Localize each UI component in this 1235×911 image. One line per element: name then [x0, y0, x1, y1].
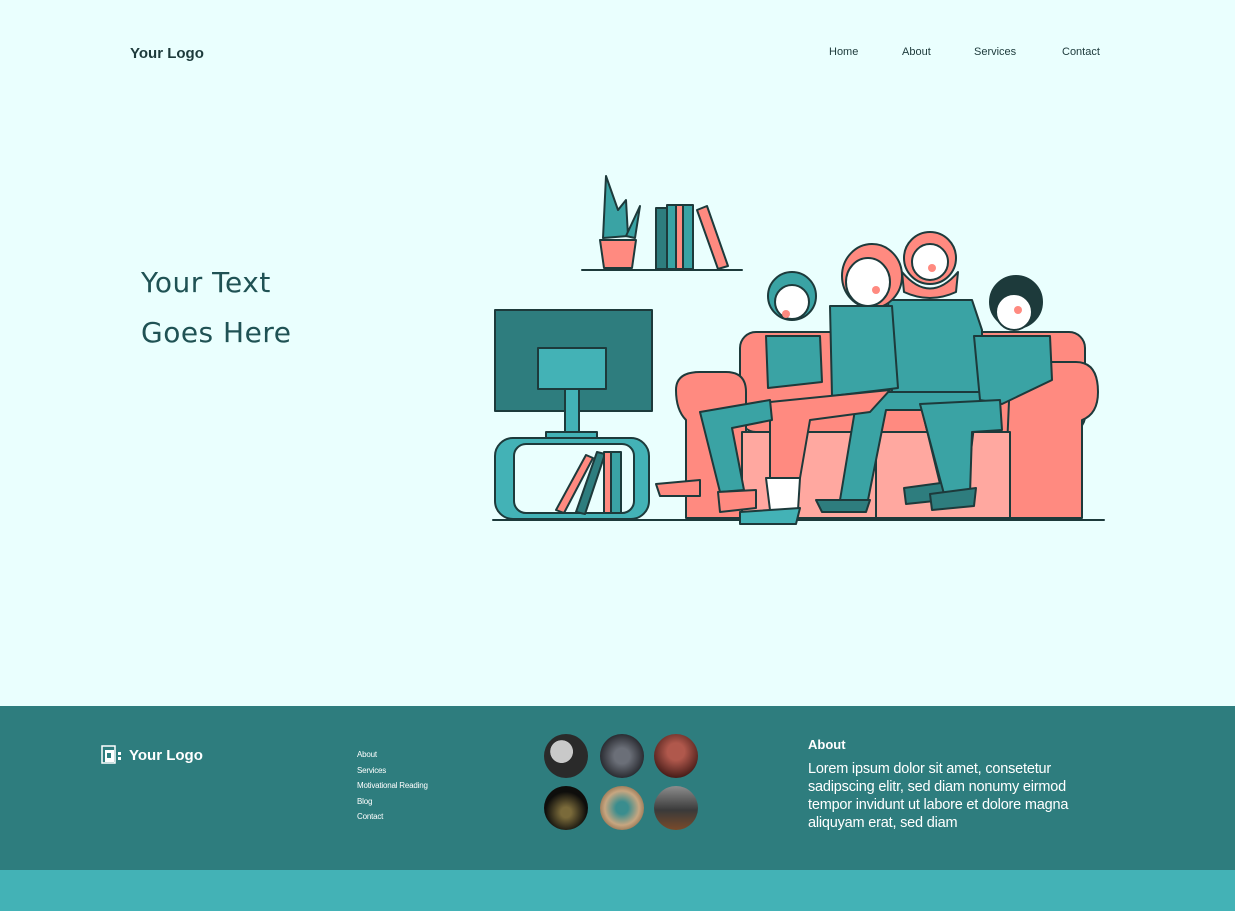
- hero-line-2: Goes Here: [141, 316, 292, 349]
- footer-link-blog[interactable]: Blog: [357, 794, 428, 810]
- footer-link-motivational-reading[interactable]: Motivational Reading: [357, 778, 428, 794]
- footer-about: About Lorem ipsum dolor sit amet, conset…: [808, 737, 1108, 832]
- gallery-photo-crowd[interactable]: [600, 734, 644, 778]
- bottom-bar: [0, 870, 1235, 911]
- nav-home[interactable]: Home: [829, 46, 858, 58]
- footer-logo-text: Your Logo: [129, 746, 203, 764]
- footer-link-services[interactable]: Services: [357, 763, 428, 779]
- family-watching-tv-illustration: [492, 175, 1105, 525]
- footer-link-contact[interactable]: Contact: [357, 809, 428, 825]
- footer-about-text: Lorem ipsum dolor sit amet, consetetur s…: [808, 761, 1069, 831]
- footer-link-about[interactable]: About: [357, 747, 428, 763]
- nav-contact[interactable]: Contact: [1062, 46, 1100, 58]
- footer-links: About Services Motivational Reading Blog…: [357, 747, 428, 825]
- nav-about[interactable]: About: [902, 46, 931, 58]
- nav-services[interactable]: Services: [974, 46, 1016, 58]
- hero-line-1: Your Text: [141, 266, 271, 299]
- footer: Your Logo About Services Motivational Re…: [0, 706, 1235, 870]
- footer-about-title: About: [808, 737, 846, 752]
- document-icon: [101, 745, 121, 764]
- hero-heading: Your Text Goes Here: [141, 258, 291, 358]
- gallery-photo-hall[interactable]: [654, 786, 698, 830]
- gallery-photo-speaker[interactable]: [600, 786, 644, 830]
- gallery-photo-audience[interactable]: [654, 734, 698, 778]
- gallery-photo-poster[interactable]: [544, 734, 588, 778]
- footer-logo[interactable]: Your Logo: [101, 744, 203, 766]
- main-nav: Home About Services Contact: [0, 46, 1235, 62]
- photo-gallery: [544, 734, 704, 834]
- gallery-photo-concert[interactable]: [544, 786, 588, 830]
